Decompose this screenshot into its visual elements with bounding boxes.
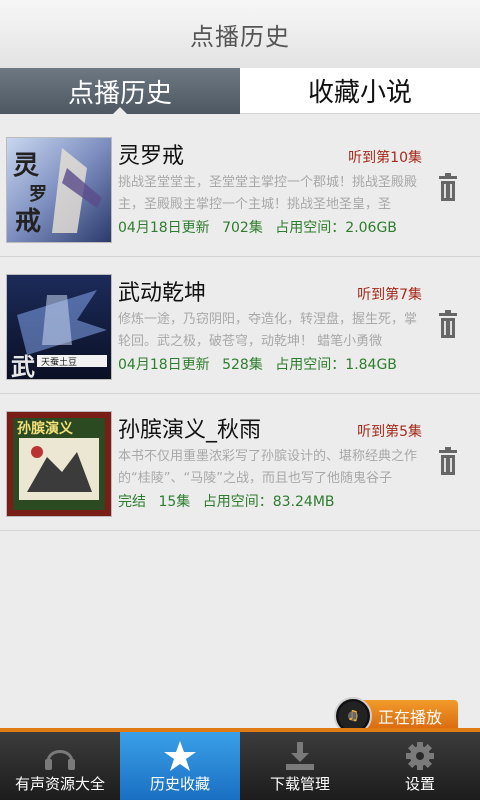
listen-progress: 听到第7集	[357, 287, 422, 303]
svg-text:罗: 罗	[29, 184, 47, 205]
tab-play-history[interactable]: 点播历史	[0, 68, 240, 115]
book-cover: 孙膑演义	[6, 411, 112, 517]
history-list: 灵 罗 戒 灵罗戒 听到第10集 挑战圣堂堂主，圣堂堂主掌控一个郡城！挑战圣殿殿…	[0, 120, 480, 531]
list-item[interactable]: 武 天蚕土豆 武动乾坤 听到第7集 修炼一途，乃窃阴阳，夺造化，转涅盘，握生死，…	[0, 257, 480, 394]
book-title: 灵罗戒	[118, 144, 185, 169]
episode-count: 702集	[222, 220, 263, 236]
svg-text:灵: 灵	[13, 151, 39, 181]
list-item[interactable]: 孙膑演义 孙膑演义_秋雨 听到第5集 本书不仅用重墨浓彩写了孙膑设计的、堪称经典…	[0, 394, 480, 531]
listen-progress: 听到第10集	[348, 150, 422, 166]
update-date: 04月18日更新	[118, 357, 210, 373]
storage-space: 占用空间：2.06GB	[275, 220, 397, 236]
list-item[interactable]: 灵 罗 戒 灵罗戒 听到第10集 挑战圣堂堂主，圣堂堂主掌控一个郡城！挑战圣殿殿…	[0, 120, 480, 257]
tab-bar: 点播历史 收藏小说	[0, 68, 480, 115]
svg-text:孙膑演义: 孙膑演义	[17, 420, 73, 437]
listen-progress: 听到第5集	[357, 424, 422, 440]
gear-icon	[406, 742, 434, 770]
book-description: 修炼一途，乃窃阴阳，夺造化，转涅盘，握生死，掌轮回。武之极，破苍穹，动乾坤！ 蜡…	[118, 312, 418, 349]
update-status: 完结	[118, 494, 146, 510]
nav-label: 有声资源大全	[14, 775, 105, 793]
page-title: 点播历史	[190, 22, 290, 51]
book-description: 挑战圣堂堂主，圣堂堂主掌控一个郡城！挑战圣殿殿主，圣殿殿主掌控一个主城！挑战圣地…	[118, 175, 418, 212]
bottom-nav: 有声资源大全 历史收藏 下载管理 设置	[0, 732, 480, 800]
now-playing-label: 正在播放	[378, 708, 443, 727]
download-icon	[286, 742, 314, 770]
trash-icon[interactable]	[432, 305, 464, 345]
book-meta: 04月18日更新 528集 占用空间：1.84GB	[118, 354, 405, 374]
nav-settings[interactable]: 设置	[360, 732, 480, 800]
book-cover: 武 天蚕土豆	[6, 274, 112, 380]
star-icon	[164, 741, 196, 771]
nav-history-favorites[interactable]: 历史收藏	[120, 732, 240, 800]
book-cover: 灵 罗 戒	[6, 137, 112, 243]
book-meta: 04月18日更新 702集 占用空间：2.06GB	[118, 217, 405, 237]
nav-label: 下载管理	[269, 775, 330, 793]
storage-space: 占用空间：1.84GB	[275, 357, 397, 373]
headphones-icon	[45, 750, 75, 770]
tab-favorite-novels[interactable]: 收藏小说	[240, 68, 480, 114]
episode-count: 15集	[158, 494, 191, 510]
book-description: 本书不仅用重墨浓彩写了孙膑设计的、堪称经典之作的“桂陵”、“马陵”之战，而且也写…	[118, 449, 418, 486]
svg-text:武: 武	[11, 352, 35, 379]
svg-text:戒: 戒	[15, 207, 41, 237]
nav-download-manager[interactable]: 下载管理	[240, 732, 360, 800]
episode-count: 528集	[222, 357, 263, 373]
update-date: 04月18日更新	[118, 220, 210, 236]
book-title: 孙膑演义_秋雨	[118, 418, 262, 443]
nav-label: 历史收藏	[149, 775, 210, 793]
book-title: 武动乾坤	[118, 281, 207, 306]
app-header: 点播历史	[0, 0, 480, 69]
svg-text:天蚕土豆: 天蚕土豆	[41, 356, 77, 368]
book-meta: 完结 15集 占用空间：83.24MB	[118, 491, 343, 511]
nav-label: 设置	[404, 775, 435, 793]
trash-icon[interactable]	[432, 442, 464, 482]
trash-icon[interactable]	[432, 168, 464, 208]
storage-space: 占用空间：83.24MB	[202, 494, 335, 510]
nav-audio-resources[interactable]: 有声资源大全	[0, 732, 120, 800]
